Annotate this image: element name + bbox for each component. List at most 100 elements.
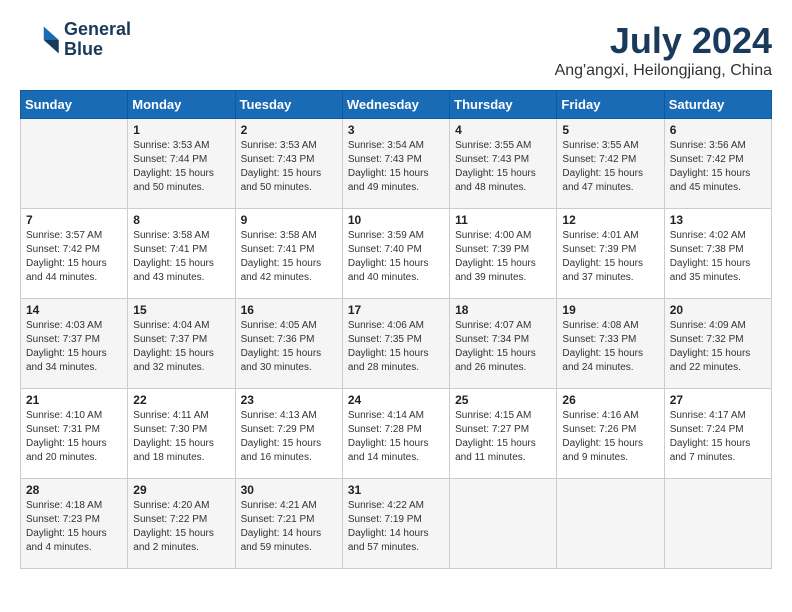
calendar-cell: 27 Sunrise: 4:17 AM Sunset: 7:24 PM Dayli… — [664, 389, 771, 479]
header-row: SundayMondayTuesdayWednesdayThursdayFrid… — [21, 91, 772, 119]
cell-content: Sunrise: 4:03 AM Sunset: 7:37 PM Dayligh… — [26, 319, 122, 375]
calendar-week-3: 14 Sunrise: 4:03 AM Sunset: 7:37 PM Dayli… — [21, 299, 772, 389]
day-number: 17 — [348, 303, 444, 317]
calendar-cell: 11 Sunrise: 4:00 AM Sunset: 7:39 PM Dayli… — [450, 209, 557, 299]
calendar-cell: 22 Sunrise: 4:11 AM Sunset: 7:30 PM Dayli… — [128, 389, 235, 479]
cell-content: Sunrise: 4:14 AM Sunset: 7:28 PM Dayligh… — [348, 409, 444, 465]
logo-icon — [20, 25, 60, 55]
cell-content: Sunrise: 4:17 AM Sunset: 7:24 PM Dayligh… — [670, 409, 766, 465]
calendar-cell: 30Sunrise: 4:21 AM Sunset: 7:21 PM Dayli… — [235, 479, 342, 569]
cell-content: Sunrise: 3:56 AM Sunset: 7:42 PM Dayligh… — [670, 139, 766, 195]
day-number: 26 — [562, 393, 658, 407]
day-number: 18 — [455, 303, 551, 317]
day-number: 12 — [562, 213, 658, 227]
day-header-saturday: Saturday — [664, 91, 771, 119]
day-number: 15 — [133, 303, 229, 317]
cell-content: Sunrise: 4:20 AM Sunset: 7:22 PM Dayligh… — [133, 499, 229, 555]
calendar-cell: 29 Sunrise: 4:20 AM Sunset: 7:22 PM Dayli… — [128, 479, 235, 569]
day-number: 31 — [348, 483, 444, 497]
day-number: 16 — [241, 303, 337, 317]
calendar-cell: 6 Sunrise: 3:56 AM Sunset: 7:42 PM Daylig… — [664, 119, 771, 209]
cell-content: Sunrise: 3:59 AM Sunset: 7:40 PM Dayligh… — [348, 229, 444, 285]
page-header: General Blue July 2024 Ang'angxi, Heilon… — [20, 20, 772, 80]
cell-content: Sunrise: 4:13 AM Sunset: 7:29 PM Dayligh… — [241, 409, 337, 465]
cell-content: Sunrise: 4:10 AM Sunset: 7:31 PM Dayligh… — [26, 409, 122, 465]
cell-content: Sunrise: 4:08 AM Sunset: 7:33 PM Dayligh… — [562, 319, 658, 375]
calendar-cell: 14 Sunrise: 4:03 AM Sunset: 7:37 PM Dayli… — [21, 299, 128, 389]
calendar-cell: 7Sunrise: 3:57 AM Sunset: 7:42 PM Daylig… — [21, 209, 128, 299]
calendar-cell: 2 Sunrise: 3:53 AM Sunset: 7:43 PM Daylig… — [235, 119, 342, 209]
day-header-friday: Friday — [557, 91, 664, 119]
cell-content: Sunrise: 4:07 AM Sunset: 7:34 PM Dayligh… — [455, 319, 551, 375]
calendar-table: SundayMondayTuesdayWednesdayThursdayFrid… — [20, 90, 772, 569]
calendar-cell: 3Sunrise: 3:54 AM Sunset: 7:43 PM Daylig… — [342, 119, 449, 209]
calendar-cell: 31Sunrise: 4:22 AM Sunset: 7:19 PM Dayli… — [342, 479, 449, 569]
calendar-cell: 26 Sunrise: 4:16 AM Sunset: 7:26 PM Dayli… — [557, 389, 664, 479]
calendar-cell: 23Sunrise: 4:13 AM Sunset: 7:29 PM Dayli… — [235, 389, 342, 479]
cell-content: Sunrise: 3:58 AM Sunset: 7:41 PM Dayligh… — [133, 229, 229, 285]
day-number: 19 — [562, 303, 658, 317]
day-number: 8 — [133, 213, 229, 227]
day-number: 29 — [133, 483, 229, 497]
day-number: 10 — [348, 213, 444, 227]
calendar-cell: 1 Sunrise: 3:53 AM Sunset: 7:44 PM Daylig… — [128, 119, 235, 209]
day-number: 27 — [670, 393, 766, 407]
day-number: 20 — [670, 303, 766, 317]
day-number: 11 — [455, 213, 551, 227]
cell-content: Sunrise: 4:00 AM Sunset: 7:39 PM Dayligh… — [455, 229, 551, 285]
calendar-cell: 21 Sunrise: 4:10 AM Sunset: 7:31 PM Dayli… — [21, 389, 128, 479]
day-number: 1 — [133, 123, 229, 137]
day-number: 3 — [348, 123, 444, 137]
cell-content: Sunrise: 4:15 AM Sunset: 7:27 PM Dayligh… — [455, 409, 551, 465]
day-header-monday: Monday — [128, 91, 235, 119]
calendar-week-5: 28Sunrise: 4:18 AM Sunset: 7:23 PM Dayli… — [21, 479, 772, 569]
cell-content: Sunrise: 4:04 AM Sunset: 7:37 PM Dayligh… — [133, 319, 229, 375]
calendar-cell: 4Sunrise: 3:55 AM Sunset: 7:43 PM Daylig… — [450, 119, 557, 209]
day-header-thursday: Thursday — [450, 91, 557, 119]
location: Ang'angxi, Heilongjiang, China — [555, 62, 772, 80]
calendar-cell — [450, 479, 557, 569]
calendar-cell: 9 Sunrise: 3:58 AM Sunset: 7:41 PM Daylig… — [235, 209, 342, 299]
day-number: 14 — [26, 303, 122, 317]
calendar-week-4: 21 Sunrise: 4:10 AM Sunset: 7:31 PM Dayli… — [21, 389, 772, 479]
cell-content: Sunrise: 3:53 AM Sunset: 7:43 PM Dayligh… — [241, 139, 337, 195]
calendar-cell: 16Sunrise: 4:05 AM Sunset: 7:36 PM Dayli… — [235, 299, 342, 389]
calendar-cell — [664, 479, 771, 569]
day-number: 22 — [133, 393, 229, 407]
calendar-cell: 24 Sunrise: 4:14 AM Sunset: 7:28 PM Dayli… — [342, 389, 449, 479]
day-number: 2 — [241, 123, 337, 137]
day-number: 25 — [455, 393, 551, 407]
cell-content: Sunrise: 4:06 AM Sunset: 7:35 PM Dayligh… — [348, 319, 444, 375]
cell-content: Sunrise: 4:01 AM Sunset: 7:39 PM Dayligh… — [562, 229, 658, 285]
calendar-cell: 8 Sunrise: 3:58 AM Sunset: 7:41 PM Daylig… — [128, 209, 235, 299]
day-number: 28 — [26, 483, 122, 497]
cell-content: Sunrise: 3:53 AM Sunset: 7:44 PM Dayligh… — [133, 139, 229, 195]
calendar-cell: 28Sunrise: 4:18 AM Sunset: 7:23 PM Dayli… — [21, 479, 128, 569]
cell-content: Sunrise: 4:02 AM Sunset: 7:38 PM Dayligh… — [670, 229, 766, 285]
day-number: 21 — [26, 393, 122, 407]
calendar-cell: 10 Sunrise: 3:59 AM Sunset: 7:40 PM Dayli… — [342, 209, 449, 299]
day-header-sunday: Sunday — [21, 91, 128, 119]
calendar-cell: 12 Sunrise: 4:01 AM Sunset: 7:39 PM Dayli… — [557, 209, 664, 299]
cell-content: Sunrise: 3:55 AM Sunset: 7:42 PM Dayligh… — [562, 139, 658, 195]
logo: General Blue — [20, 20, 131, 60]
day-number: 9 — [241, 213, 337, 227]
cell-content: Sunrise: 4:09 AM Sunset: 7:32 PM Dayligh… — [670, 319, 766, 375]
calendar-cell: 13Sunrise: 4:02 AM Sunset: 7:38 PM Dayli… — [664, 209, 771, 299]
calendar-cell: 18 Sunrise: 4:07 AM Sunset: 7:34 PM Dayli… — [450, 299, 557, 389]
day-header-tuesday: Tuesday — [235, 91, 342, 119]
calendar-cell: 17 Sunrise: 4:06 AM Sunset: 7:35 PM Dayli… — [342, 299, 449, 389]
calendar-cell — [21, 119, 128, 209]
title-block: July 2024 Ang'angxi, Heilongjiang, China — [555, 20, 772, 80]
day-number: 5 — [562, 123, 658, 137]
day-number: 7 — [26, 213, 122, 227]
day-number: 6 — [670, 123, 766, 137]
cell-content: Sunrise: 3:58 AM Sunset: 7:41 PM Dayligh… — [241, 229, 337, 285]
day-number: 30 — [241, 483, 337, 497]
cell-content: Sunrise: 4:11 AM Sunset: 7:30 PM Dayligh… — [133, 409, 229, 465]
calendar-cell: 25 Sunrise: 4:15 AM Sunset: 7:27 PM Dayli… — [450, 389, 557, 479]
day-number: 24 — [348, 393, 444, 407]
calendar-cell — [557, 479, 664, 569]
calendar-week-2: 7Sunrise: 3:57 AM Sunset: 7:42 PM Daylig… — [21, 209, 772, 299]
cell-content: Sunrise: 4:16 AM Sunset: 7:26 PM Dayligh… — [562, 409, 658, 465]
